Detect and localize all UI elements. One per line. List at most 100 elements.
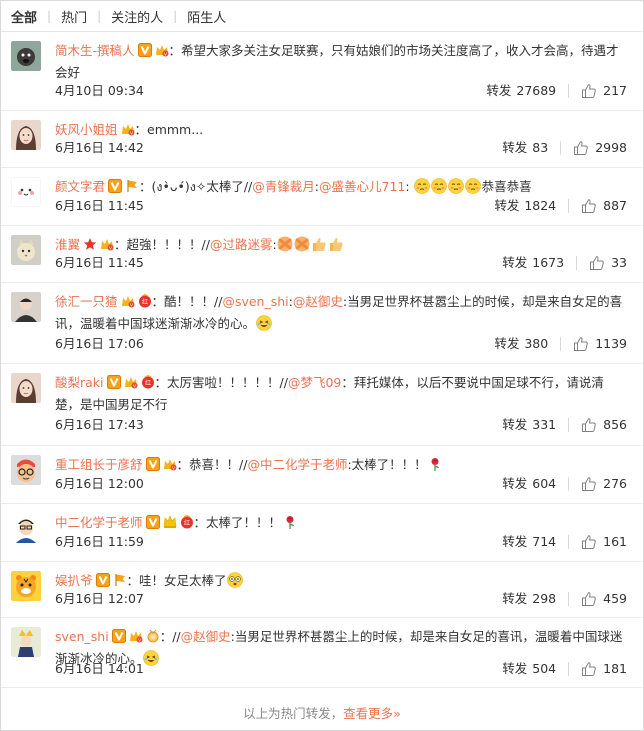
star-icon[interactable] <box>83 237 97 251</box>
like-button[interactable]: 856 <box>581 415 627 435</box>
comment-text: : <box>272 237 277 252</box>
medal-icon[interactable] <box>146 629 160 643</box>
vip-v-icon[interactable] <box>137 43 152 57</box>
mention-link[interactable]: @赵御史 <box>293 294 343 309</box>
repost-meta: 6月16日 17:43 转发 331 856 <box>55 415 627 435</box>
username-link[interactable]: 重工组长于彦舒 <box>55 457 143 472</box>
cross-emoji <box>277 236 293 252</box>
vip-v-icon[interactable] <box>108 179 123 193</box>
repost-button[interactable]: 转发 298 <box>502 589 556 609</box>
repost-button[interactable]: 转发 604 <box>502 474 556 494</box>
like-button[interactable]: 2998 <box>573 138 627 158</box>
comment-text: ：emmm... <box>134 122 204 137</box>
repost-label: 转发 <box>494 336 520 351</box>
like-button[interactable]: 33 <box>589 253 627 273</box>
repost-button[interactable]: 转发 380 <box>494 334 548 354</box>
person-avatar-icon[interactable] <box>11 292 41 322</box>
username-link[interactable]: 妖风小姐姐 <box>55 122 118 137</box>
action-divider <box>568 662 570 676</box>
fans-crown-icon[interactable]: V <box>124 375 138 389</box>
repost-button[interactable]: 转发 27689 <box>486 81 556 101</box>
username-link[interactable]: 颜文字君 <box>55 179 105 194</box>
mention-link[interactable]: @过路迷雾 <box>210 237 273 252</box>
username-link[interactable]: 简木生-撰稿人 <box>55 43 135 58</box>
thumbs-up-icon <box>573 140 589 156</box>
username-link[interactable]: 娱扒爷 <box>55 573 93 588</box>
mention-link[interactable]: @中二化学于老师 <box>247 457 347 472</box>
repost-button[interactable]: 转发 714 <box>502 532 556 552</box>
repost-button[interactable]: 转发 331 <box>502 415 556 435</box>
mention-link[interactable]: @青锋裁月 <box>252 179 315 194</box>
thumbs-up-icon <box>581 534 597 550</box>
like-button[interactable]: 276 <box>581 474 627 494</box>
footer-text: 以上为热门转发， <box>243 706 344 721</box>
mention-link[interactable]: @盛善心儿711 <box>319 179 405 194</box>
repost-button[interactable]: 转发 1673 <box>502 253 564 273</box>
vip-v-icon[interactable] <box>106 375 121 389</box>
like-button[interactable]: 217 <box>581 81 627 101</box>
mention-link[interactable]: @梦飞09 <box>288 375 341 390</box>
repost-button[interactable]: 转发 504 <box>502 659 556 679</box>
flag-icon[interactable] <box>125 179 139 193</box>
repost-count: 604 <box>532 476 557 491</box>
cat-avatar-icon[interactable] <box>11 235 41 265</box>
fans-crown-icon[interactable]: V <box>121 294 135 308</box>
timestamp: 6月16日 11:45 <box>55 255 144 270</box>
like-button[interactable]: 887 <box>581 196 627 216</box>
mention-link[interactable]: @赵御史 <box>181 629 231 644</box>
girl-avatar-icon[interactable] <box>11 373 41 403</box>
username-link[interactable]: 中二化学于老师 <box>55 515 143 530</box>
like-button[interactable]: 161 <box>581 532 627 552</box>
repost-count: 1824 <box>524 198 557 213</box>
fans-crown-icon[interactable]: V <box>155 43 169 57</box>
girl-avatar-icon[interactable] <box>11 120 41 150</box>
cute-face-avatar-icon[interactable] <box>11 177 41 207</box>
vip-v-icon[interactable] <box>145 515 160 529</box>
action-bar: 转发 1824 887 <box>494 196 627 216</box>
username-link[interactable]: sven_shi <box>55 629 109 644</box>
red-badge-icon[interactable]: 红 <box>180 515 194 529</box>
repost-label: 转发 <box>502 534 528 549</box>
like-button[interactable]: 181 <box>581 659 627 679</box>
username-link[interactable]: 淮翼 <box>55 237 80 252</box>
repost-button[interactable]: 转发 1824 <box>494 196 556 216</box>
action-divider <box>568 477 570 491</box>
teacher-avatar-icon[interactable] <box>11 513 41 543</box>
repost-count: 380 <box>524 336 549 351</box>
red-badge-icon[interactable]: 红 <box>141 375 155 389</box>
red-badge-icon[interactable]: 红 <box>138 294 152 308</box>
vip-v-icon[interactable] <box>111 629 126 643</box>
see-more-link[interactable]: 查看更多» <box>343 706 401 721</box>
repost-item: 颜文字君 ：(ง•̀ᴗ•́)ง✧太棒了//@青锋裁月:@盛善心儿711: 恭喜恭喜… <box>1 168 643 226</box>
repost-count: 331 <box>532 417 557 432</box>
repost-item: 中二化学于老师 红：太棒了！！！ 6月16日 11:59 转发 714 161 <box>1 504 643 562</box>
tiger-avatar-icon[interactable] <box>11 571 41 601</box>
comment-text: ：超強！！！！// <box>114 237 210 252</box>
vip-v-icon[interactable] <box>145 457 160 471</box>
like-button[interactable]: 1139 <box>573 334 627 354</box>
dog-avatar-icon[interactable] <box>11 41 41 71</box>
flag-icon[interactable] <box>113 573 127 587</box>
like-button[interactable]: 459 <box>581 589 627 609</box>
figure-avatar-icon[interactable] <box>11 627 41 657</box>
vip-v-icon[interactable] <box>95 573 110 587</box>
repost-list: 简木生-撰稿人 V ：希望大家多关注女足联赛，只有姑娘们的市场关注度高了，收入才会高… <box>1 32 643 688</box>
tab-hot[interactable]: 热门 <box>61 7 87 26</box>
fans-crown-icon[interactable]: V <box>121 122 135 136</box>
fans-crown-icon[interactable]: V <box>100 237 114 251</box>
tab-all[interactable]: 全部 <box>11 7 37 26</box>
like-count: 887 <box>603 198 627 213</box>
username-link[interactable]: 酸梨raki <box>55 375 104 390</box>
tab-following[interactable]: 关注的人 <box>111 7 163 26</box>
username-link[interactable]: 徐汇一只猹 <box>55 294 118 309</box>
gold-crown-icon[interactable] <box>163 515 177 529</box>
fans-crown-icon[interactable]: V <box>129 629 143 643</box>
tab-strangers[interactable]: 陌生人 <box>187 7 226 26</box>
mention-link[interactable]: @sven_shi <box>222 294 288 309</box>
action-bar: 转发 1673 33 <box>502 253 627 273</box>
repost-button[interactable]: 转发 83 <box>502 138 548 158</box>
glasses-avatar-icon[interactable] <box>11 455 41 485</box>
fans-crown-icon[interactable]: V <box>163 457 177 471</box>
thumbs-up-icon <box>581 83 597 99</box>
action-bar: 转发 380 1139 <box>494 334 627 354</box>
